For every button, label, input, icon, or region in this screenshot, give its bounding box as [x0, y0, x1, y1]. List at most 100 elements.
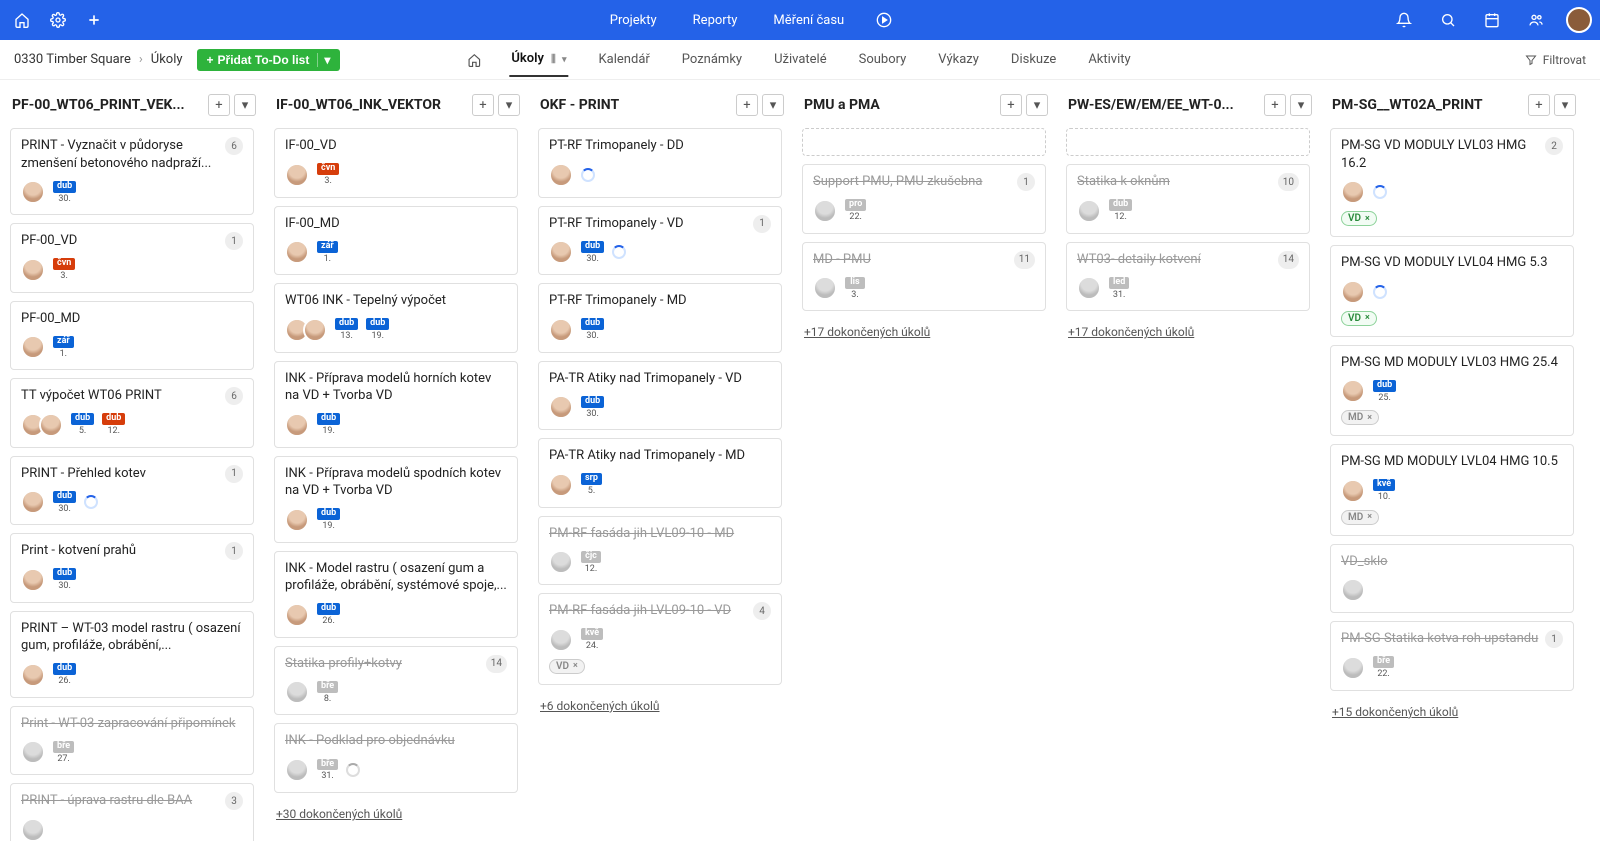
- nav-home-icon[interactable]: [8, 6, 36, 34]
- card-tag[interactable]: VD×: [549, 659, 585, 674]
- tab-poznamky[interactable]: Poznámky: [680, 43, 744, 76]
- assignee-avatar[interactable]: [1341, 578, 1365, 602]
- completed-tasks-link[interactable]: +17 dokončených úkolů: [1066, 319, 1196, 345]
- assignee-avatar[interactable]: [21, 740, 45, 764]
- filter-button[interactable]: Filtrovat: [1525, 53, 1586, 67]
- assignee-avatar[interactable]: [39, 413, 63, 437]
- task-card[interactable]: PF-00_MD zář 1.: [10, 301, 254, 371]
- nav-tab-timetrack[interactable]: Měření času: [769, 3, 848, 38]
- nav-tab-projects[interactable]: Projekty: [606, 3, 661, 38]
- tab-aktivity[interactable]: Aktivity: [1086, 43, 1132, 76]
- column-add-button[interactable]: +: [736, 94, 758, 116]
- column-menu-button[interactable]: ▾: [498, 94, 520, 116]
- column-menu-button[interactable]: ▾: [1290, 94, 1312, 116]
- column-menu-button[interactable]: ▾: [1554, 94, 1576, 116]
- task-card[interactable]: PF-00_VD 1 čvn 3.: [10, 223, 254, 293]
- card-placeholder[interactable]: [1066, 128, 1310, 156]
- completed-tasks-link[interactable]: +30 dokončených úkolů: [274, 801, 404, 827]
- tab-soubory[interactable]: Soubory: [857, 43, 909, 76]
- completed-tasks-link[interactable]: +15 dokončených úkolů: [1330, 699, 1460, 725]
- card-tag[interactable]: MD×: [1341, 410, 1379, 425]
- column-menu-button[interactable]: ▾: [762, 94, 784, 116]
- task-card[interactable]: PM-SG VD MODULY LVL03 HMG 16.2 2 VD×: [1330, 128, 1574, 237]
- task-card[interactable]: INK - Příprava modelů spodních kotev na …: [274, 456, 518, 543]
- nav-play-icon[interactable]: [876, 12, 892, 28]
- nav-avatar[interactable]: [1566, 7, 1592, 33]
- crumb-project[interactable]: 0330 Timber Square: [14, 52, 131, 67]
- assignee-avatar[interactable]: [21, 818, 45, 841]
- column-add-button[interactable]: +: [1000, 94, 1022, 116]
- column-title[interactable]: PF-00_WT06_PRINT_VEK...: [12, 97, 208, 113]
- assignee-avatar[interactable]: [1341, 280, 1365, 304]
- assignee-avatar[interactable]: [285, 413, 309, 437]
- nav-tab-reports[interactable]: Reporty: [689, 3, 742, 38]
- assignee-avatar[interactable]: [1341, 479, 1365, 503]
- task-card[interactable]: Statika profily+kotvy 14 bře 8.: [274, 646, 518, 716]
- tabs-home-icon[interactable]: [467, 53, 481, 67]
- assignee-avatar[interactable]: [549, 163, 573, 187]
- nav-people-icon[interactable]: [1522, 6, 1550, 34]
- task-card[interactable]: Print - kotvení prahů 1 dub 30.: [10, 533, 254, 603]
- assignee-avatar[interactable]: [285, 163, 309, 187]
- task-card[interactable]: IF-00_VD čvn 3.: [274, 128, 518, 198]
- task-card[interactable]: Statika k oknům 10 dub 12.: [1066, 164, 1310, 234]
- assignee-avatar[interactable]: [285, 508, 309, 532]
- tag-remove-icon[interactable]: ×: [573, 661, 578, 671]
- assignee-avatar[interactable]: [1341, 656, 1365, 680]
- card-tag[interactable]: VD×: [1341, 211, 1377, 226]
- assignee-avatar[interactable]: [285, 603, 309, 627]
- tab-kalendar[interactable]: Kalendář: [597, 43, 652, 76]
- column-title[interactable]: PMU a PMA: [804, 97, 1000, 113]
- tab-diskuze[interactable]: Diskuze: [1009, 43, 1058, 76]
- column-add-button[interactable]: +: [1528, 94, 1550, 116]
- tab-vykazy[interactable]: Výkazy: [936, 43, 981, 76]
- task-card[interactable]: PT-RF Trimopanely - DD: [538, 128, 782, 198]
- task-card[interactable]: PM-SG Statika kotva roh upstandu 1 bře 2…: [1330, 621, 1574, 691]
- task-card[interactable]: Support PMU, PMU zkušebna 1 pro 22.: [802, 164, 1046, 234]
- column-title[interactable]: IF-00_WT06_INK_VEKTOR: [276, 97, 472, 113]
- assignee-avatar[interactable]: [549, 240, 573, 264]
- tab-ukoly[interactable]: Úkoly ⫼ ▾: [509, 42, 568, 77]
- nav-search-icon[interactable]: [1434, 6, 1462, 34]
- assignee-avatar[interactable]: [21, 568, 45, 592]
- assignee-avatar[interactable]: [549, 550, 573, 574]
- task-card[interactable]: PT-RF Trimopanely - MD dub 30.: [538, 283, 782, 353]
- task-card[interactable]: PRINT - úprava rastru dle BAA 3: [10, 783, 254, 841]
- task-card[interactable]: PM-RF fasáda jih LVL09-10 - VD 4 kvě 24.…: [538, 593, 782, 685]
- column-add-button[interactable]: +: [208, 94, 230, 116]
- column-title[interactable]: PW-ES/EW/EM/EE_WT-0...: [1068, 97, 1264, 113]
- column-add-button[interactable]: +: [1264, 94, 1286, 116]
- task-card[interactable]: MD - PMU 11 lis 3.: [802, 242, 1046, 312]
- completed-tasks-link[interactable]: +6 dokončených úkolů: [538, 693, 662, 719]
- assignee-avatar[interactable]: [549, 395, 573, 419]
- tag-remove-icon[interactable]: ×: [1365, 214, 1370, 224]
- assignee-avatar[interactable]: [549, 318, 573, 342]
- assignee-avatar[interactable]: [1077, 199, 1101, 223]
- task-card[interactable]: PRINT – WT-03 model rastru ( osazení gum…: [10, 611, 254, 698]
- column-menu-button[interactable]: ▾: [234, 94, 256, 116]
- task-card[interactable]: INK - Model rastru ( osazení gum a profi…: [274, 551, 518, 638]
- column-menu-button[interactable]: ▾: [1026, 94, 1048, 116]
- task-card[interactable]: PA-TR Atiky nad Trimopanely - MD srp 5.: [538, 438, 782, 508]
- assignee-avatar[interactable]: [285, 758, 309, 782]
- assignee-avatar[interactable]: [21, 180, 45, 204]
- assignee-avatar[interactable]: [285, 680, 309, 704]
- add-todo-list-button[interactable]: + Přidat To-Do list ▾: [197, 49, 341, 71]
- nav-plus-icon[interactable]: [80, 6, 108, 34]
- assignee-avatar[interactable]: [813, 199, 837, 223]
- column-title[interactable]: PM-SG__WT02A_PRINT: [1332, 97, 1528, 113]
- assignee-avatar[interactable]: [813, 276, 837, 300]
- tab-uzivatele[interactable]: Uživatelé: [772, 43, 829, 76]
- assignee-avatar[interactable]: [1077, 276, 1101, 300]
- task-card[interactable]: PM-SG MD MODULY LVL04 HMG 10.5 kvě 10. M…: [1330, 444, 1574, 536]
- add-todo-caret-icon[interactable]: ▾: [317, 53, 330, 67]
- task-card[interactable]: PRINT - Přehled kotev 1 dub 30.: [10, 456, 254, 526]
- task-card[interactable]: WT06 INK - Tepelný výpočet dub 13. dub 1…: [274, 283, 518, 353]
- assignee-avatar[interactable]: [21, 258, 45, 282]
- task-card[interactable]: INK - Podklad pro objednávku bře 31.: [274, 723, 518, 793]
- assignee-avatar[interactable]: [1341, 379, 1365, 403]
- assignee-avatar[interactable]: [549, 473, 573, 497]
- task-card[interactable]: PT-RF Trimopanely - VD 1 dub 30.: [538, 206, 782, 276]
- task-card[interactable]: PRINT - Vyznačit v půdoryse zmenšení bet…: [10, 128, 254, 215]
- tag-remove-icon[interactable]: ×: [1367, 413, 1372, 423]
